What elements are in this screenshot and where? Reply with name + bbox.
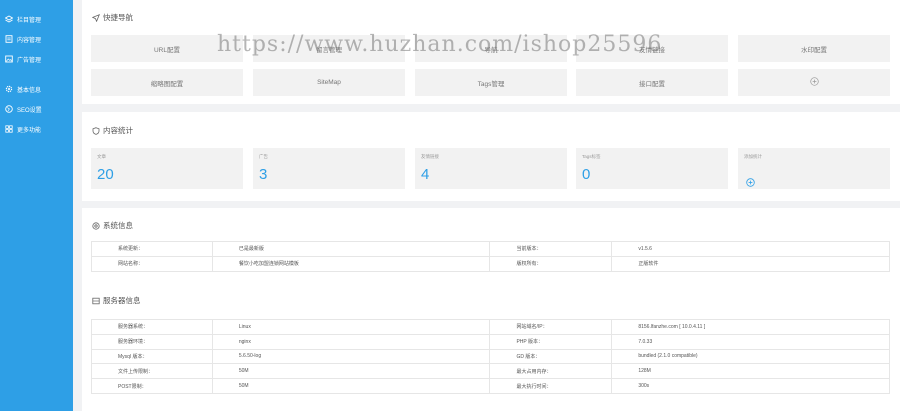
- table-row: POST限制： 50M 最大执行时间： 300s: [91, 378, 890, 394]
- server-icon: [91, 296, 100, 305]
- main-content: 快捷导航 URL配置 留言管理 导航 友情链接 水印配置 缩略图配置 SiteM…: [82, 0, 900, 411]
- sidebar-item-label: 基本信息: [17, 87, 42, 94]
- gear-icon: [4, 85, 13, 94]
- plus-circle-icon: [809, 77, 819, 88]
- message-manage-button[interactable]: 留言管理: [253, 35, 405, 62]
- document-icon: [4, 35, 13, 44]
- stat-value: 20: [97, 166, 114, 183]
- server-info-title: 服务器信息: [91, 295, 141, 306]
- url-config-button[interactable]: URL配置: [91, 35, 243, 62]
- globe-icon: [4, 105, 13, 114]
- sidebar-item-content[interactable]: 内容管理: [0, 29, 73, 49]
- sidebar-item-label: 更多功能: [17, 127, 42, 134]
- quick-nav-panel: 快捷导航 URL配置 留言管理 导航 友情链接 水印配置 缩略图配置 SiteM…: [82, 0, 900, 104]
- stat-card-articles[interactable]: 文章 20: [91, 148, 243, 189]
- watermark-config-button[interactable]: 水印配置: [738, 35, 890, 62]
- server-info-table: 服务器系统： Linux 网站域名/IP： 8156.lfanzhe.com […: [91, 319, 890, 394]
- stat-card-tags[interactable]: Tags标签 0: [576, 148, 728, 189]
- thumbnail-config-button[interactable]: 缩略图配置: [91, 69, 243, 96]
- stat-value: 0: [582, 166, 591, 183]
- add-shortcut-button[interactable]: [738, 69, 890, 96]
- send-icon: [91, 13, 100, 22]
- sidebar-item-ads[interactable]: 广告管理: [0, 49, 73, 69]
- sidebar-item-basic-info[interactable]: 基本信息: [0, 79, 73, 99]
- stat-value: 3: [259, 166, 268, 183]
- navigation-button[interactable]: 导航: [415, 35, 567, 62]
- sidebar-item-label: SEO设置: [17, 107, 42, 114]
- grid-icon: [4, 125, 13, 134]
- tags-manage-button[interactable]: Tags管理: [415, 69, 567, 96]
- stat-label: 添加统计: [744, 154, 762, 159]
- plus-circle-icon: [746, 174, 755, 192]
- table-row: 网站名称： 餐饮小吃加盟连锁网站模板 版权所有： 正版软件: [91, 255, 890, 272]
- stat-card-add[interactable]: 添加统计: [738, 148, 890, 189]
- settings-icon: [91, 221, 100, 230]
- system-info-table: 系统更新： 已是最新版 当前版本： v1.5.6 网站名称： 餐饮小吃加盟连锁网…: [91, 241, 890, 272]
- stack-icon: [4, 15, 13, 24]
- image-icon: [4, 55, 13, 64]
- sidebar-item-label: 广告管理: [17, 57, 42, 64]
- sitemap-button[interactable]: SiteMap: [253, 69, 405, 96]
- table-row: 服务器环境： nginx PHP 版本： 7.0.33: [91, 333, 890, 350]
- stat-value: 4: [421, 166, 430, 183]
- quick-nav-title: 快捷导航: [91, 12, 133, 23]
- content-stats-title: 内容统计: [91, 125, 133, 136]
- sidebar-item-seo[interactable]: SEO设置: [0, 99, 73, 119]
- content-stats-panel: 内容统计 文章 20 广告 3 友情链接 4 Tags标签 0 添加统计: [82, 112, 900, 201]
- table-row: 服务器系统： Linux 网站域名/IP： 8156.lfanzhe.com […: [91, 319, 890, 335]
- system-info-title: 系统信息: [91, 220, 133, 231]
- shield-icon: [91, 126, 100, 135]
- stat-card-ads[interactable]: 广告 3: [253, 148, 405, 189]
- table-row: Mysql 版本： 5.6.50-log GD 版本： bundled (2.1…: [91, 348, 890, 365]
- api-config-button[interactable]: 接口配置: [576, 69, 728, 96]
- table-row: 系统更新： 已是最新版 当前版本： v1.5.6: [91, 241, 890, 257]
- sidebar-item-label: 内容管理: [17, 37, 42, 44]
- sidebar-item-columns[interactable]: 栏目管理: [0, 9, 73, 29]
- friend-links-button[interactable]: 友情链接: [576, 35, 728, 62]
- stat-label: 友情链接: [421, 154, 439, 159]
- stat-label: 文章: [97, 154, 106, 159]
- stat-card-friend-links[interactable]: 友情链接 4: [415, 148, 567, 189]
- stat-label: 广告: [259, 154, 268, 159]
- sidebar-item-label: 栏目管理: [17, 17, 42, 24]
- sidebar: 栏目管理 内容管理 广告管理 基本信息 SEO设置 更多功能: [0, 0, 73, 411]
- stat-label: Tags标签: [582, 154, 601, 159]
- table-row: 文件上传限制： 50M 最大占用内存： 128M: [91, 363, 890, 380]
- sidebar-item-more[interactable]: 更多功能: [0, 119, 73, 139]
- system-info-panel: 系统信息 系统更新： 已是最新版 当前版本： v1.5.6 网站名称： 餐饮小吃…: [82, 208, 900, 411]
